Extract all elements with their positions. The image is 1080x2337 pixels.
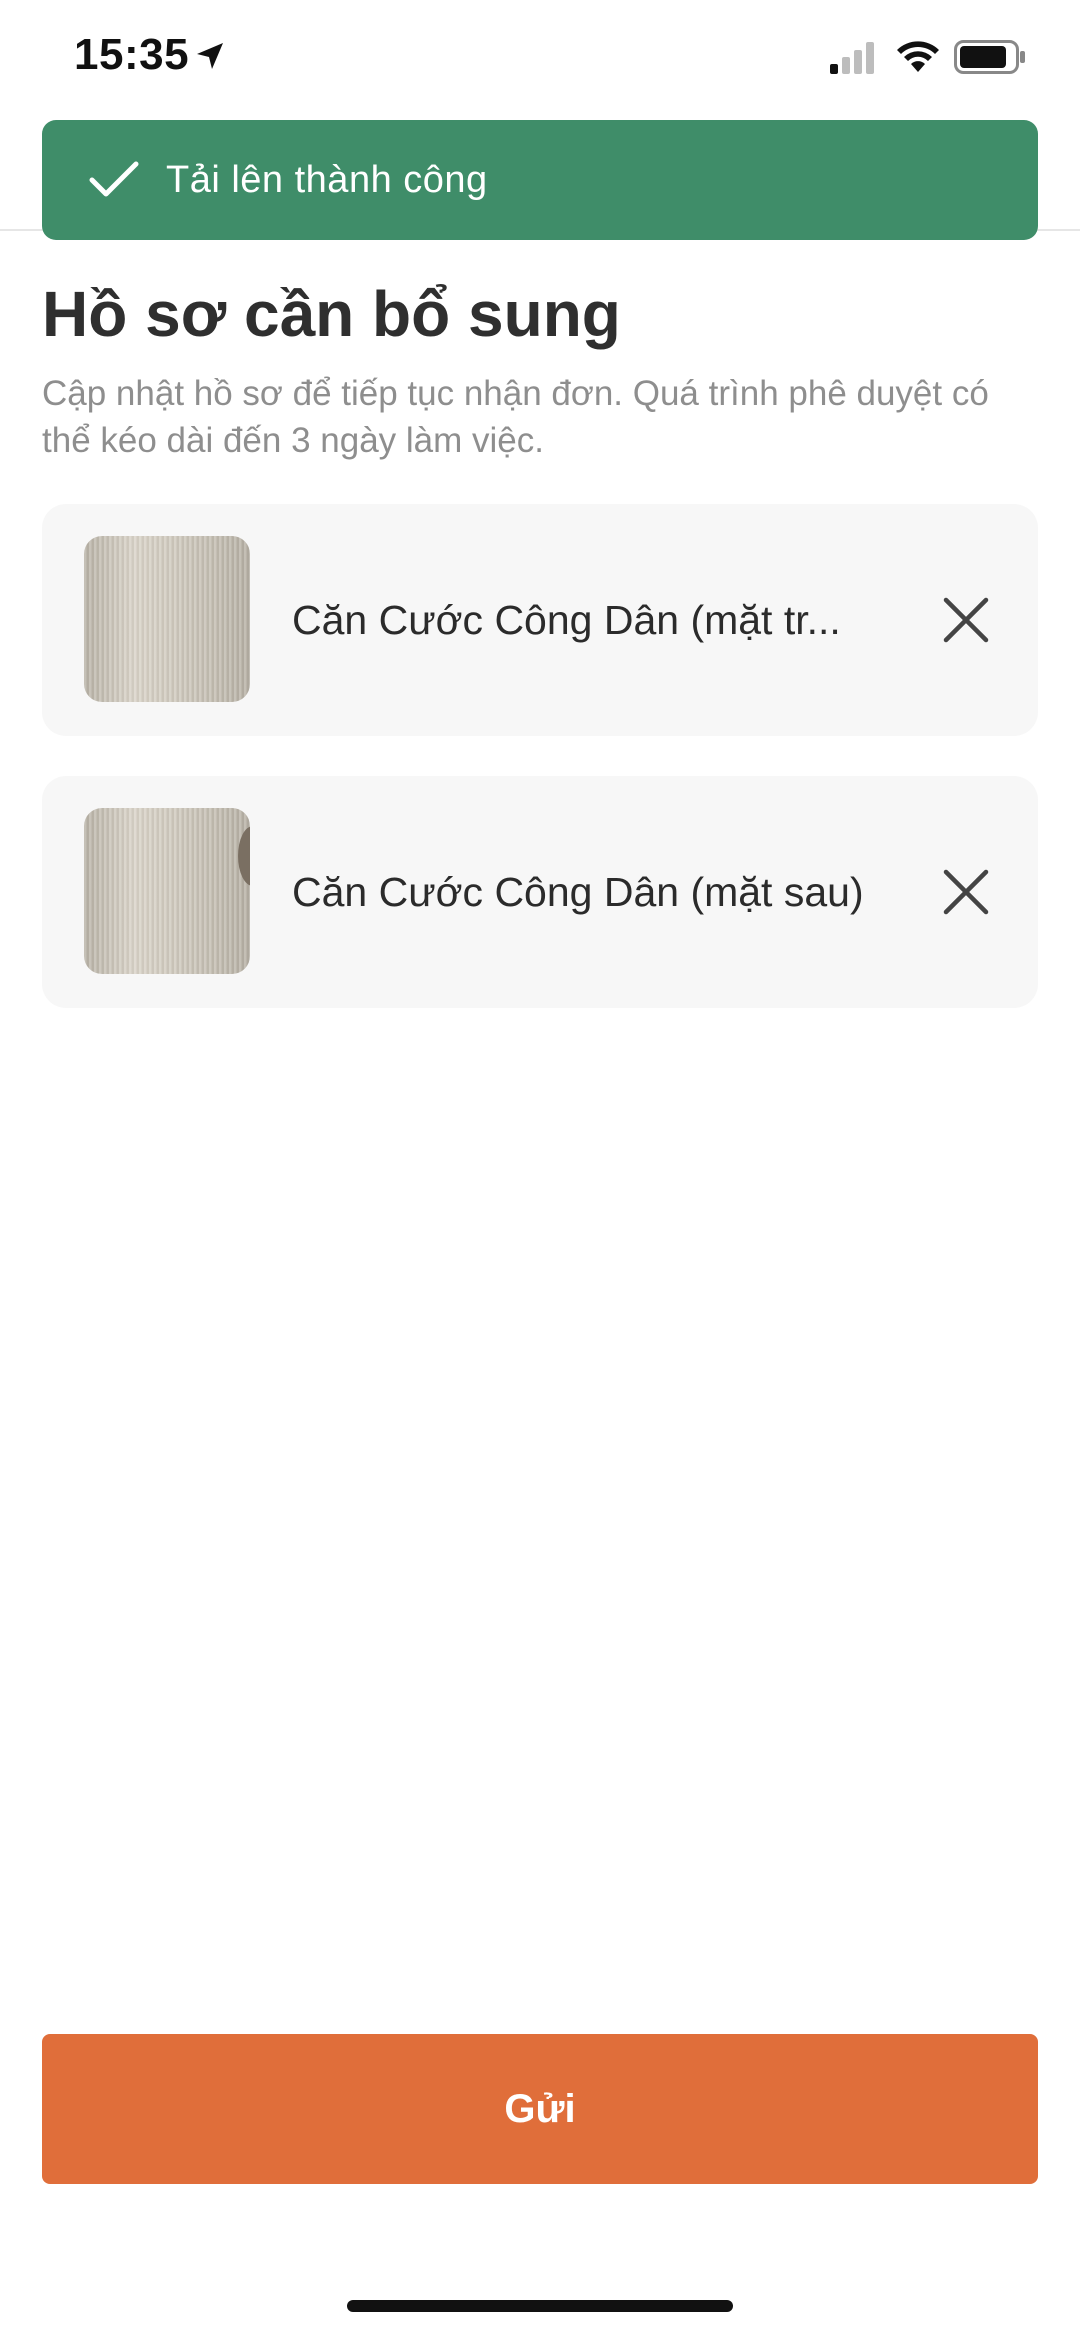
submit-button[interactable]: Gửi (42, 2034, 1038, 2184)
cellular-signal-icon (830, 42, 874, 74)
document-thumbnail[interactable] (84, 808, 250, 974)
toast-message: Tải lên thành công (166, 158, 488, 201)
upload-success-toast: Tải lên thành công (42, 120, 1038, 240)
wifi-icon (897, 41, 939, 72)
remove-document-button[interactable] (936, 590, 996, 650)
home-indicator (347, 2300, 733, 2312)
status-bar: 15:35 (0, 0, 1080, 118)
page-subtitle: Cập nhật hồ sơ để tiếp tục nhận đơn. Quá… (42, 374, 989, 460)
battery-icon (954, 40, 1025, 74)
document-card-id-back[interactable]: Căn Cước Công Dân (mặt sau) (42, 776, 1038, 1008)
close-icon (943, 597, 989, 643)
document-card-id-front[interactable]: Căn Cước Công Dân (mặt tr... (42, 504, 1038, 736)
remove-document-button[interactable] (936, 862, 996, 922)
page-title: Hồ sơ cần bổ sung (42, 278, 621, 350)
close-icon (943, 869, 989, 915)
document-thumbnail[interactable] (84, 536, 250, 702)
document-label: Căn Cước Công Dân (mặt sau) (292, 869, 864, 915)
location-arrow-icon (197, 43, 223, 69)
document-label: Căn Cước Công Dân (mặt tr... (292, 597, 841, 643)
checkmark-icon (89, 161, 139, 197)
status-time: 15:35 (74, 30, 190, 79)
